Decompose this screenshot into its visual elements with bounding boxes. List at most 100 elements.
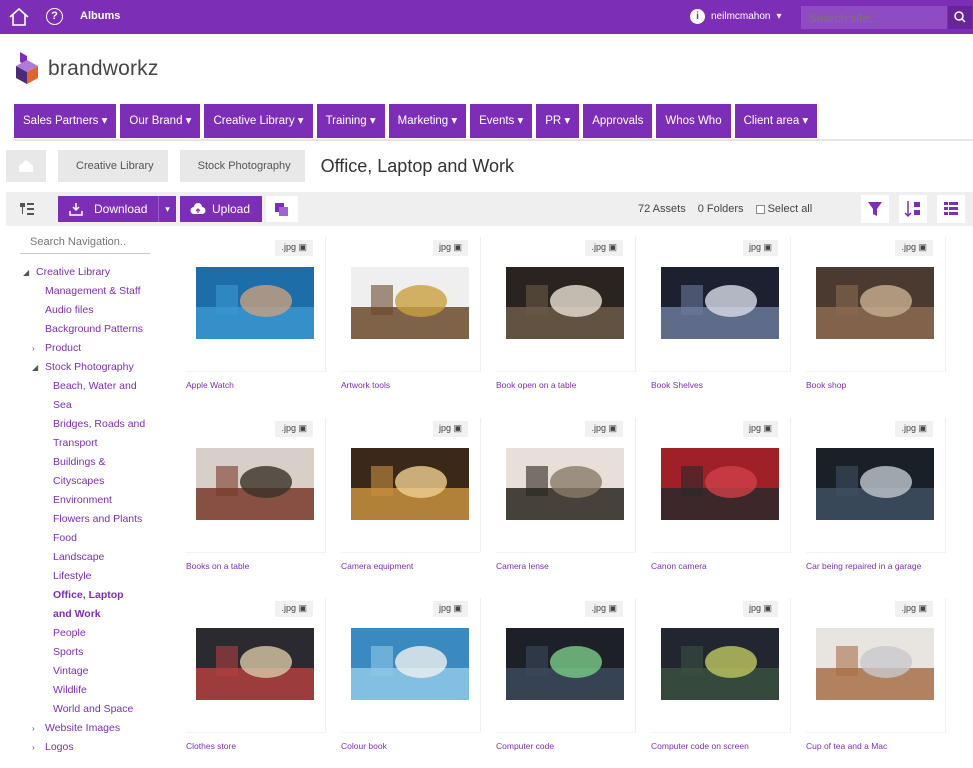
tree-item[interactable]: Beach, Water and: [20, 377, 170, 396]
asset-name[interactable]: Book shop: [806, 380, 846, 390]
asset-thumbnail[interactable]: [816, 267, 934, 339]
asset-thumbnail[interactable]: [506, 628, 624, 700]
tree-item[interactable]: Flowers and Plants: [20, 510, 170, 529]
nav-item[interactable]: Events ▾: [470, 104, 533, 138]
chevron-right-icon[interactable]: ›: [32, 339, 35, 358]
asset-name[interactable]: Camera equipment: [341, 561, 413, 571]
tree-item[interactable]: Vintage: [20, 662, 170, 681]
asset-card[interactable]: .jpg ▣ Books on a table: [186, 418, 326, 588]
asset-thumbnail[interactable]: [816, 628, 934, 700]
asset-thumbnail[interactable]: [661, 628, 779, 700]
asset-name[interactable]: Canon camera: [651, 561, 707, 571]
tree-item[interactable]: Management & Staff: [20, 282, 170, 301]
asset-thumbnail[interactable]: [196, 267, 314, 339]
asset-name[interactable]: Apple Watch: [186, 380, 234, 390]
asset-name[interactable]: Colour book: [341, 741, 387, 751]
tree-item[interactable]: Landscape: [20, 548, 170, 567]
tree-item[interactable]: Wildlife: [20, 681, 170, 700]
chevron-right-icon[interactable]: ›: [32, 719, 35, 738]
asset-card[interactable]: .jpg ▣ Clothes store: [186, 598, 326, 768]
search-button[interactable]: [948, 6, 972, 29]
chevron-down-icon[interactable]: ▾: [158, 196, 176, 222]
chevron-right-icon[interactable]: ›: [32, 738, 35, 757]
tree-item[interactable]: ◢ Creative Library: [20, 263, 170, 282]
asset-name[interactable]: Book Shelves: [651, 380, 703, 390]
breadcrumb-item[interactable]: Stock Photography: [179, 150, 305, 182]
asset-name[interactable]: Books on a table: [186, 561, 249, 571]
asset-card[interactable]: .jpg ▣ Book open on a table: [496, 237, 636, 407]
nav-item[interactable]: Client area ▾: [734, 104, 818, 138]
nav-item[interactable]: Approvals: [583, 104, 653, 138]
user-menu[interactable]: i neilmcmahon ▾: [690, 9, 782, 24]
asset-name[interactable]: Car being repaired in a garage: [806, 561, 921, 571]
tree-item[interactable]: Food: [20, 529, 170, 548]
asset-card[interactable]: .jpg ▣ Car being repaired in a garage: [806, 418, 946, 588]
navigation-search-input[interactable]: [20, 230, 150, 254]
asset-card[interactable]: jpg ▣ Colour book: [341, 598, 481, 768]
asset-name[interactable]: Camera lense: [496, 561, 549, 571]
albums-link[interactable]: Albums: [80, 10, 120, 22]
help-icon[interactable]: ?: [46, 8, 63, 25]
asset-card[interactable]: .jpg ▣ Computer code: [496, 598, 636, 768]
tree-item[interactable]: › Website Images: [20, 719, 170, 738]
asset-thumbnail[interactable]: [351, 448, 469, 520]
sort-button[interactable]: [899, 195, 927, 223]
tree-toggle-icon[interactable]: [20, 202, 34, 216]
asset-card[interactable]: jpg ▣ Computer code on screen: [651, 598, 791, 768]
asset-card[interactable]: .jpg ▣ Apple Watch: [186, 237, 326, 407]
tree-item[interactable]: Audio files: [20, 301, 170, 320]
asset-name[interactable]: Computer code: [496, 741, 554, 751]
tree-item[interactable]: Sports: [20, 643, 170, 662]
asset-card[interactable]: .jpg ▣ Book shop: [806, 237, 946, 407]
tree-item[interactable]: and Work: [20, 605, 170, 624]
upload-button[interactable]: Upload: [180, 196, 262, 222]
chevron-down-icon[interactable]: ◢: [32, 358, 38, 377]
nav-item[interactable]: PR ▾: [536, 104, 580, 138]
asset-thumbnail[interactable]: [351, 628, 469, 700]
asset-card[interactable]: jpg ▣ Artwork tools: [341, 237, 481, 407]
tree-item[interactable]: World and Space: [20, 700, 170, 719]
asset-card[interactable]: jpg ▣ Book Shelves: [651, 237, 791, 407]
download-button[interactable]: Download ▾: [58, 196, 176, 222]
tree-item[interactable]: Cityscapes: [20, 472, 170, 491]
asset-thumbnail[interactable]: [661, 267, 779, 339]
asset-thumbnail[interactable]: [196, 628, 314, 700]
asset-thumbnail[interactable]: [506, 448, 624, 520]
nav-item[interactable]: Training ▾: [316, 104, 385, 138]
home-icon[interactable]: [8, 7, 30, 27]
asset-name[interactable]: Artwork tools: [341, 380, 390, 390]
breadcrumb-item[interactable]: Creative Library: [58, 150, 168, 182]
tree-item[interactable]: Transport: [20, 434, 170, 453]
tree-item[interactable]: ◢ Stock Photography: [20, 358, 170, 377]
tree-item[interactable]: Sea: [20, 396, 170, 415]
nav-item[interactable]: Our Brand ▾: [120, 104, 201, 138]
asset-card[interactable]: jpg ▣ Canon camera: [651, 418, 791, 588]
asset-thumbnail[interactable]: [816, 448, 934, 520]
asset-name[interactable]: Computer code on screen: [651, 741, 749, 751]
filter-button[interactable]: [861, 195, 889, 223]
asset-card[interactable]: .jpg ▣ Camera lense: [496, 418, 636, 588]
tree-item[interactable]: Office, Laptop: [20, 586, 170, 605]
asset-card[interactable]: .jpg ▣ Cup of tea and a Mac: [806, 598, 946, 768]
asset-name[interactable]: Cup of tea and a Mac: [806, 741, 887, 751]
asset-name[interactable]: Book open on a table: [496, 380, 576, 390]
asset-name[interactable]: Clothes store: [186, 741, 236, 751]
nav-item[interactable]: Marketing ▾: [388, 104, 467, 138]
add-to-collection-button[interactable]: [266, 196, 298, 222]
asset-thumbnail[interactable]: [661, 448, 779, 520]
nav-item[interactable]: Sales Partners ▾: [14, 104, 117, 138]
nav-item[interactable]: Whos Who: [656, 104, 731, 138]
nav-item[interactable]: Creative Library ▾: [204, 104, 313, 138]
breadcrumb-home[interactable]: [6, 150, 46, 182]
tree-item[interactable]: Environment: [20, 491, 170, 510]
asset-thumbnail[interactable]: [351, 267, 469, 339]
view-toggle-button[interactable]: [937, 195, 965, 223]
brand-logo[interactable]: brandworkz: [14, 52, 159, 86]
tree-item[interactable]: People: [20, 624, 170, 643]
tree-item[interactable]: Background Patterns: [20, 320, 170, 339]
select-all-checkbox[interactable]: Select all: [755, 203, 812, 215]
chevron-down-icon[interactable]: ◢: [23, 263, 29, 282]
asset-thumbnail[interactable]: [196, 448, 314, 520]
tree-item[interactable]: Buildings &: [20, 453, 170, 472]
tree-item[interactable]: › Logos: [20, 738, 170, 757]
